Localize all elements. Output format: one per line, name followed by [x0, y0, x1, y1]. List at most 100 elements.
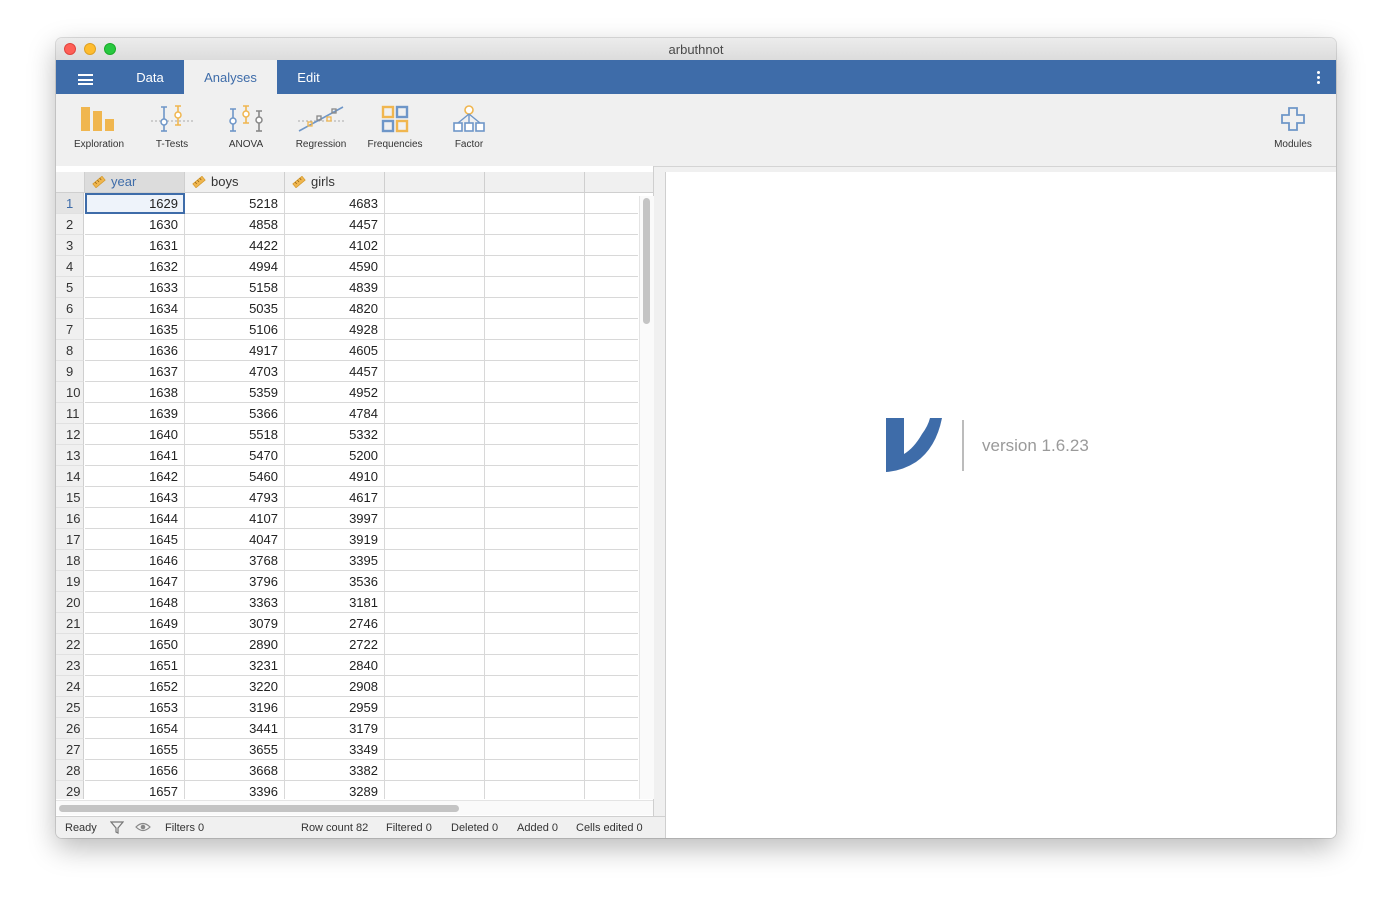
row-number[interactable]: 1	[56, 193, 84, 214]
cell-empty[interactable]	[485, 529, 585, 550]
hamburger-menu-icon[interactable]	[78, 74, 93, 85]
cell-boys[interactable]: 5366	[185, 403, 285, 424]
cell-empty[interactable]	[385, 277, 485, 298]
row-number[interactable]: 5	[56, 277, 84, 298]
cell-empty[interactable]	[585, 193, 638, 214]
cell-year[interactable]: 1630	[85, 214, 185, 235]
cell-empty[interactable]	[385, 403, 485, 424]
cell-year[interactable]: 1637	[85, 361, 185, 382]
cell-empty[interactable]	[585, 382, 638, 403]
cell-boys[interactable]: 5460	[185, 466, 285, 487]
cell-empty[interactable]	[385, 697, 485, 718]
anova-button[interactable]: ANOVA	[218, 94, 274, 166]
cell-empty[interactable]	[385, 214, 485, 235]
cell-girls[interactable]: 4910	[285, 466, 385, 487]
cell-empty[interactable]	[485, 277, 585, 298]
row-number[interactable]: 6	[56, 298, 84, 319]
cell-empty[interactable]	[485, 676, 585, 697]
cell-boys[interactable]: 5035	[185, 298, 285, 319]
tab-data[interactable]: Data	[126, 60, 174, 94]
cell-empty[interactable]	[385, 613, 485, 634]
cell-year[interactable]: 1651	[85, 655, 185, 676]
cell-boys[interactable]: 3196	[185, 697, 285, 718]
cell-year[interactable]: 1643	[85, 487, 185, 508]
cell-girls[interactable]: 4457	[285, 214, 385, 235]
cell-girls[interactable]: 4928	[285, 319, 385, 340]
row-number[interactable]: 7	[56, 319, 84, 340]
cell-empty[interactable]	[385, 718, 485, 739]
cell-empty[interactable]	[385, 466, 485, 487]
cell-girls[interactable]: 4102	[285, 235, 385, 256]
cell-girls[interactable]: 3289	[285, 781, 385, 799]
cell-empty[interactable]	[385, 424, 485, 445]
cell-year[interactable]: 1650	[85, 634, 185, 655]
cell-empty[interactable]	[485, 298, 585, 319]
cell-boys[interactable]: 3231	[185, 655, 285, 676]
row-number[interactable]: 28	[56, 760, 84, 781]
cell-empty[interactable]	[385, 634, 485, 655]
cell-year[interactable]: 1652	[85, 676, 185, 697]
cell-empty[interactable]	[585, 739, 638, 760]
cell-empty[interactable]	[585, 550, 638, 571]
cell-girls[interactable]: 3382	[285, 760, 385, 781]
cell-year[interactable]: 1634	[85, 298, 185, 319]
row-number[interactable]: 27	[56, 739, 84, 760]
row-number[interactable]: 15	[56, 487, 84, 508]
cell-year[interactable]: 1631	[85, 235, 185, 256]
cell-girls[interactable]: 4784	[285, 403, 385, 424]
cell-empty[interactable]	[385, 361, 485, 382]
column-header-boys[interactable]: boys	[185, 172, 285, 192]
cell-empty[interactable]	[485, 508, 585, 529]
cell-empty[interactable]	[585, 634, 638, 655]
cell-year[interactable]: 1649	[85, 613, 185, 634]
cell-boys[interactable]: 4047	[185, 529, 285, 550]
cell-boys[interactable]: 4422	[185, 235, 285, 256]
cell-boys[interactable]: 4107	[185, 508, 285, 529]
row-number[interactable]: 4	[56, 256, 84, 277]
filter-icon[interactable]	[110, 820, 124, 834]
row-number[interactable]: 22	[56, 634, 84, 655]
cell-empty[interactable]	[485, 760, 585, 781]
cell-boys[interactable]: 2890	[185, 634, 285, 655]
cell-year[interactable]: 1648	[85, 592, 185, 613]
cell-empty[interactable]	[585, 235, 638, 256]
vertical-scroll-thumb[interactable]	[643, 198, 650, 324]
cell-empty[interactable]	[385, 550, 485, 571]
eye-icon[interactable]	[135, 821, 151, 833]
cell-empty[interactable]	[385, 340, 485, 361]
cell-empty[interactable]	[385, 760, 485, 781]
frequencies-button[interactable]: Frequencies	[362, 94, 428, 166]
row-number[interactable]: 11	[56, 403, 84, 424]
column-header-empty[interactable]	[385, 172, 485, 192]
cell-empty[interactable]	[485, 445, 585, 466]
row-number[interactable]: 16	[56, 508, 84, 529]
cell-empty[interactable]	[485, 634, 585, 655]
cell-empty[interactable]	[385, 571, 485, 592]
cell-empty[interactable]	[485, 319, 585, 340]
cell-empty[interactable]	[485, 739, 585, 760]
row-number[interactable]: 20	[56, 592, 84, 613]
cell-girls[interactable]: 2959	[285, 697, 385, 718]
row-number[interactable]: 25	[56, 697, 84, 718]
row-number[interactable]: 9	[56, 361, 84, 382]
row-number[interactable]: 24	[56, 676, 84, 697]
cell-boys[interactable]: 5218	[185, 193, 285, 214]
cell-empty[interactable]	[385, 445, 485, 466]
cell-empty[interactable]	[585, 655, 638, 676]
cell-year[interactable]: 1633	[85, 277, 185, 298]
cell-girls[interactable]: 3179	[285, 718, 385, 739]
cell-empty[interactable]	[585, 340, 638, 361]
cell-girls[interactable]: 2840	[285, 655, 385, 676]
cell-empty[interactable]	[585, 760, 638, 781]
column-header-girls[interactable]: girls	[285, 172, 385, 192]
row-number[interactable]: 21	[56, 613, 84, 634]
vertical-scrollbar[interactable]	[639, 196, 654, 799]
tab-analyses[interactable]: Analyses	[184, 60, 277, 95]
cell-year[interactable]: 1641	[85, 445, 185, 466]
cell-empty[interactable]	[585, 319, 638, 340]
cell-boys[interactable]: 3363	[185, 592, 285, 613]
cell-girls[interactable]: 3395	[285, 550, 385, 571]
cell-empty[interactable]	[485, 571, 585, 592]
factor-button[interactable]: Factor	[442, 94, 496, 166]
cell-empty[interactable]	[385, 529, 485, 550]
